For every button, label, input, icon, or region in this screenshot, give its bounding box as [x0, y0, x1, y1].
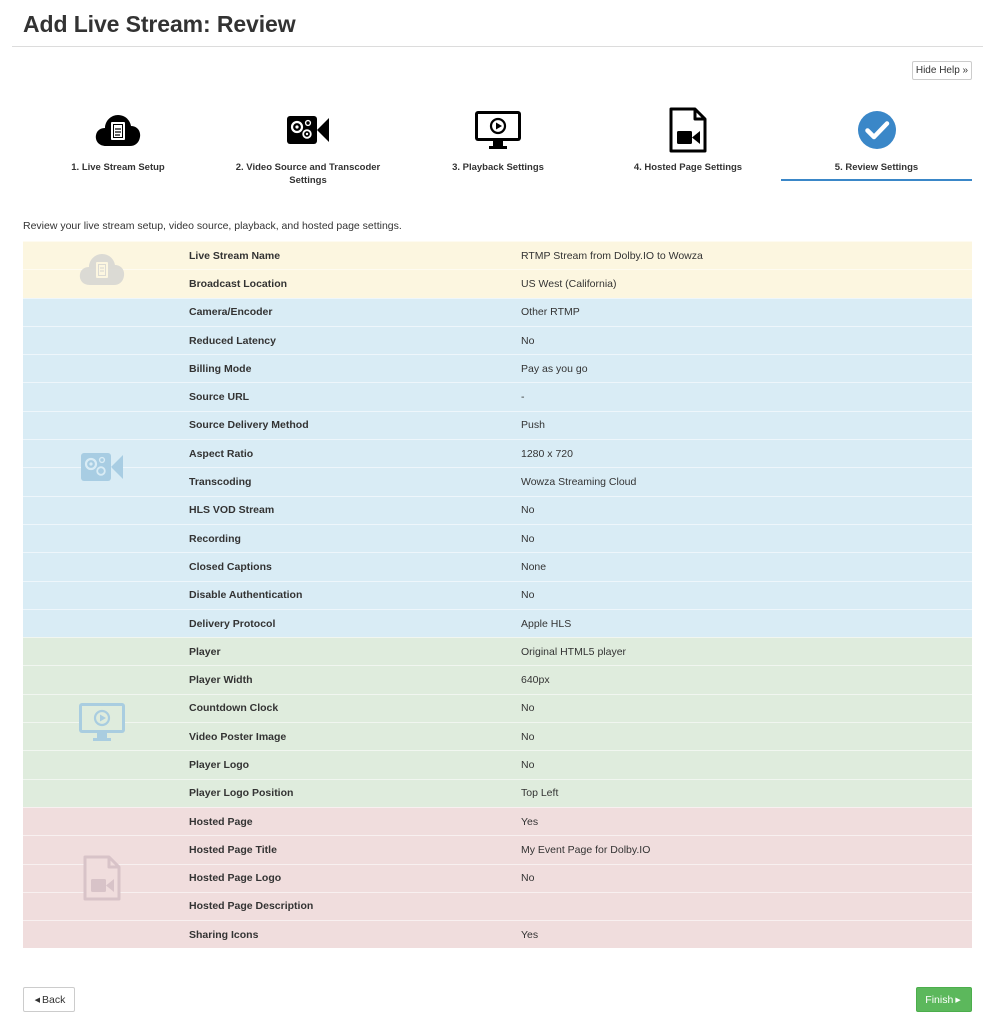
playback-group: Player Original HTML5 player Player Width… — [23, 637, 972, 807]
wizard-steps: 1. Live Stream Setup 2. Video Source and… — [23, 106, 972, 186]
page-title: Add Live Stream: Review — [23, 11, 296, 37]
caret-left-icon: ◀ — [34, 996, 41, 1004]
step-live-stream-setup[interactable]: 1. Live Stream Setup — [23, 106, 213, 174]
gear-camera-icon — [213, 106, 403, 154]
step-video-source[interactable]: 2. Video Source and Transcoder Settings — [213, 106, 403, 187]
document-video-icon — [593, 106, 783, 154]
step-hosted-page-settings[interactable]: 4. Hosted Page Settings — [593, 106, 783, 174]
finish-button-label: Finish — [925, 993, 954, 1006]
hide-help-button[interactable]: Hide Help » — [912, 61, 972, 80]
step-label: 4. Hosted Page Settings — [633, 162, 743, 173]
cloud-document-icon — [23, 106, 213, 154]
title-divider — [12, 46, 983, 47]
back-button[interactable]: ◀ Back — [23, 987, 75, 1012]
check-circle-icon — [781, 106, 972, 154]
active-step-indicator — [781, 179, 972, 181]
step-review-settings[interactable]: 5. Review Settings — [781, 106, 972, 174]
review-intro: Review your live stream setup, video sou… — [23, 220, 402, 232]
monitor-play-icon — [403, 106, 593, 154]
step-label: 5. Review Settings — [834, 162, 919, 173]
step-label: 2. Video Source and Transcoder Settings — [235, 162, 381, 186]
document-video-icon — [23, 807, 181, 949]
cloud-document-icon — [23, 241, 181, 298]
step-label: 1. Live Stream Setup — [71, 162, 165, 173]
finish-button[interactable]: Finish ▶ — [916, 987, 972, 1012]
setup-group: Live Stream Name RTMP Stream from Dolby.I… — [23, 241, 972, 298]
gear-camera-icon — [23, 298, 181, 638]
video-source-group: Camera/Encoder Other RTMP Reduced Latency… — [23, 297, 972, 638]
step-playback-settings[interactable]: 3. Playback Settings — [403, 106, 593, 174]
back-button-label: Back — [42, 993, 66, 1006]
review-table: Live Stream Name RTMP Stream from Dolby.I… — [23, 241, 972, 949]
hosted-page-group: Hosted Page Yes Hosted Page Title My Event… — [23, 806, 972, 949]
step-label: 3. Playback Settings — [452, 162, 544, 173]
caret-right-icon: ▶ — [955, 996, 961, 1004]
monitor-play-icon — [23, 637, 181, 807]
